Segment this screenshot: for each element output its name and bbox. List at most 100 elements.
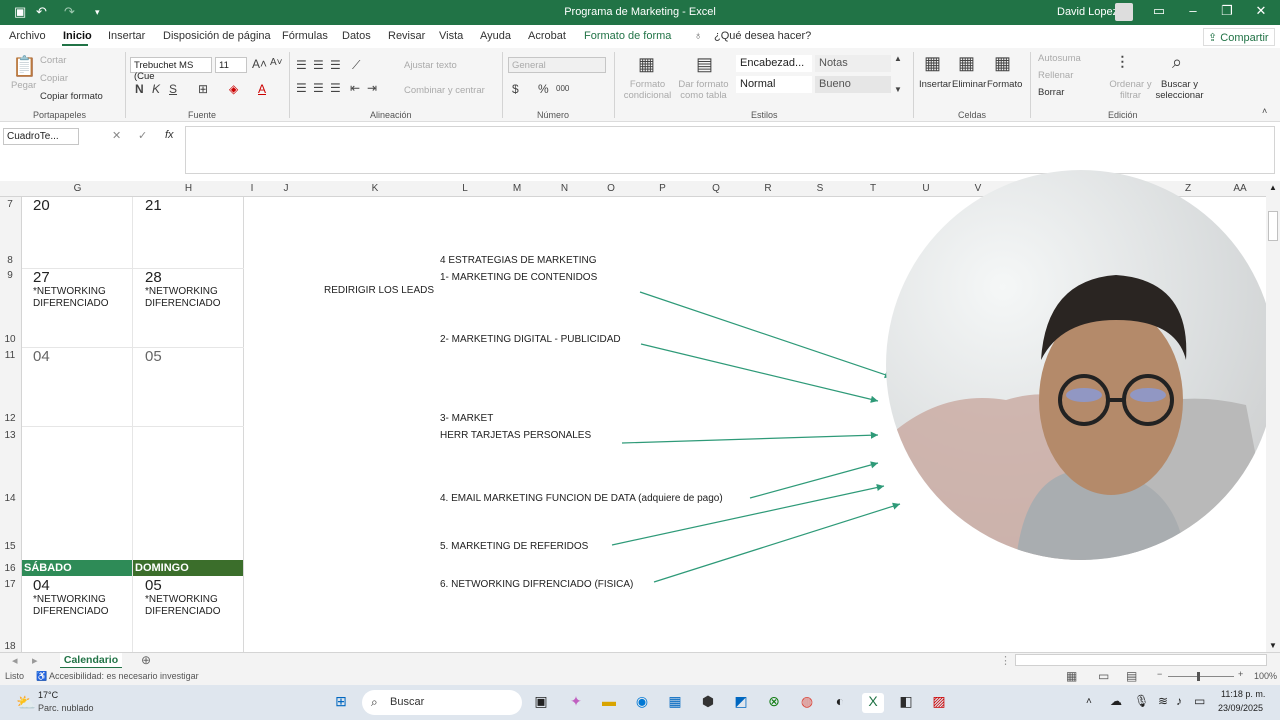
acrobat-icon[interactable]: ▨ xyxy=(928,693,950,713)
arrow-strategy-3[interactable] xyxy=(621,431,879,444)
format-as-table-icon[interactable]: ▤ xyxy=(696,54,713,75)
delete-cells-button[interactable]: Eliminar xyxy=(952,79,986,90)
column-header[interactable]: L xyxy=(438,183,492,194)
row-header[interactable]: 15 xyxy=(0,541,20,552)
user-name[interactable]: David Lopez xyxy=(1057,6,1118,18)
merge-center-button[interactable]: Combinar y centrar xyxy=(404,85,485,96)
excel-icon[interactable]: X xyxy=(862,693,884,713)
number-format-select[interactable]: General xyxy=(508,57,606,73)
share-button[interactable]: ⇪ Compartir xyxy=(1203,28,1275,46)
wrap-text-button[interactable]: Ajustar texto xyxy=(404,60,457,71)
sticky-notes-icon[interactable]: ◧ xyxy=(895,693,917,713)
tab-acrobat[interactable]: Acrobat xyxy=(528,30,566,42)
cancel-icon[interactable]: ✕ xyxy=(112,129,121,142)
onedrive-icon[interactable]: ☁ xyxy=(1110,694,1122,708)
store-icon[interactable]: ▦ xyxy=(664,693,686,713)
currency-icon[interactable]: $ xyxy=(512,82,519,96)
tab-revisar[interactable]: Revisar xyxy=(388,30,425,42)
styles-more-icon[interactable]: ▼ xyxy=(894,85,902,94)
conditional-format-icon[interactable]: ▦ xyxy=(638,54,655,75)
prev-sheet-icon[interactable]: ◂ xyxy=(12,654,18,667)
file-explorer-icon[interactable]: ▬ xyxy=(598,693,620,713)
paste-label[interactable]: Pegar xyxy=(11,80,36,91)
copilot-icon[interactable]: ✦ xyxy=(565,693,587,713)
mic-icon[interactable]: 🎙 xyxy=(1134,694,1149,708)
sheet-options-icon[interactable]: ⋮ xyxy=(1000,654,1011,667)
align-left-icon[interactable]: ☰ xyxy=(296,81,307,95)
normal-view-icon[interactable]: ▦ xyxy=(1066,669,1077,683)
grow-font-icon[interactable]: A˄ xyxy=(252,57,267,71)
clock-date[interactable]: 23/09/2025 xyxy=(1218,703,1263,713)
enter-icon[interactable]: ✓ xyxy=(138,129,147,142)
align-bottom-icon[interactable]: ☰ xyxy=(330,58,341,72)
format-as-table-button[interactable]: Dar formato como tabla xyxy=(676,79,731,101)
conditional-format-button[interactable]: Formato condicional xyxy=(620,79,675,101)
avatar[interactable] xyxy=(1115,3,1133,21)
fill-color-icon[interactable]: ◈ xyxy=(229,82,238,96)
outdent-icon[interactable]: ⇥ xyxy=(367,81,377,95)
column-header[interactable]: T xyxy=(846,183,900,194)
edge-icon[interactable]: ◉ xyxy=(631,693,653,713)
zoom-thumb[interactable] xyxy=(1197,672,1200,681)
next-sheet-icon[interactable]: ▸ xyxy=(32,654,38,667)
weather-desc[interactable]: Parc. nublado xyxy=(38,703,94,713)
scroll-down-icon[interactable]: ▼ xyxy=(1269,641,1277,650)
row-header[interactable]: 7 xyxy=(0,199,20,210)
insert-cells-icon[interactable]: ▦ xyxy=(924,53,941,74)
row-header[interactable]: 10 xyxy=(0,334,20,345)
arrow-strategy-2[interactable] xyxy=(640,343,879,403)
shrink-font-icon[interactable]: A˅ xyxy=(270,57,283,68)
scroll-up-icon[interactable]: ▲ xyxy=(1269,183,1277,192)
row-header[interactable]: 18 xyxy=(0,641,20,652)
formula-input[interactable] xyxy=(185,126,1275,174)
row-header[interactable]: 13 xyxy=(0,430,20,441)
format-painter-button[interactable]: Copiar formato xyxy=(40,91,103,102)
align-middle-icon[interactable]: ☰ xyxy=(313,58,324,72)
column-header[interactable]: J xyxy=(260,183,312,194)
clear-button[interactable]: Borrar xyxy=(1038,87,1064,98)
tab-inicio[interactable]: Inicio xyxy=(63,30,92,42)
insert-cells-button[interactable]: Insertar xyxy=(919,79,951,90)
weather-icon[interactable]: ⛅ xyxy=(16,693,36,713)
bold-icon[interactable]: N xyxy=(135,82,144,96)
column-header[interactable]: U xyxy=(900,183,952,194)
zoom-in-icon[interactable]: + xyxy=(1238,669,1243,679)
arrow-strategy-1[interactable] xyxy=(639,291,893,379)
paste-icon[interactable]: 📋 xyxy=(12,54,37,79)
accessibility-icon[interactable]: ♿ xyxy=(36,671,47,682)
battery-icon[interactable]: ▭ xyxy=(1194,694,1205,708)
row-header[interactable]: 8 xyxy=(0,255,20,266)
column-header[interactable]: P xyxy=(635,183,690,194)
row-header[interactable]: 12 xyxy=(0,413,20,424)
find-select-button[interactable]: Buscar y seleccionar xyxy=(1152,79,1207,101)
arrow-strategy-5[interactable] xyxy=(611,484,885,546)
font-name-select[interactable]: Trebuchet MS (Cue xyxy=(130,57,212,82)
column-header[interactable]: M xyxy=(492,183,542,194)
xbox-icon[interactable]: ⊗ xyxy=(763,693,785,713)
minimize-icon[interactable]: – xyxy=(1178,3,1208,18)
fill-button[interactable]: Rellenar xyxy=(1038,70,1073,81)
tab-disposicion[interactable]: Disposición de página xyxy=(163,30,271,42)
tab-datos[interactable]: Datos xyxy=(342,30,371,42)
close-icon[interactable]: ✕ xyxy=(1246,3,1276,19)
delete-cells-icon[interactable]: ▦ xyxy=(958,53,975,74)
align-top-icon[interactable]: ☰ xyxy=(296,58,307,72)
zoom-slider[interactable] xyxy=(1168,676,1234,677)
orientation-icon[interactable]: ⟋ xyxy=(352,58,360,73)
font-color-icon[interactable]: A xyxy=(258,82,266,96)
row-header[interactable]: 16 xyxy=(0,563,20,574)
find-icon[interactable]: ⌕ xyxy=(1172,52,1182,73)
thousands-icon[interactable]: 000 xyxy=(556,84,569,93)
indent-icon[interactable]: ⇤ xyxy=(350,81,360,95)
collapse-ribbon-icon[interactable]: ˄ xyxy=(1262,106,1267,116)
tab-insertar[interactable]: Insertar xyxy=(108,30,145,42)
tab-ayuda[interactable]: Ayuda xyxy=(480,30,511,42)
sheet-tab-calendario[interactable]: Calendario xyxy=(60,653,122,669)
accessibility-status[interactable]: Accesibilidad: es necesario investigar xyxy=(49,671,199,681)
styles-scroll-up-icon[interactable]: ▲ xyxy=(894,54,902,63)
column-header[interactable]: N xyxy=(542,183,587,194)
chrome-icon[interactable]: ◍ xyxy=(796,693,818,713)
zoom-out-icon[interactable]: − xyxy=(1157,669,1162,679)
arrow-strategy-4[interactable] xyxy=(749,461,879,499)
align-right-icon[interactable]: ☰ xyxy=(330,81,341,95)
